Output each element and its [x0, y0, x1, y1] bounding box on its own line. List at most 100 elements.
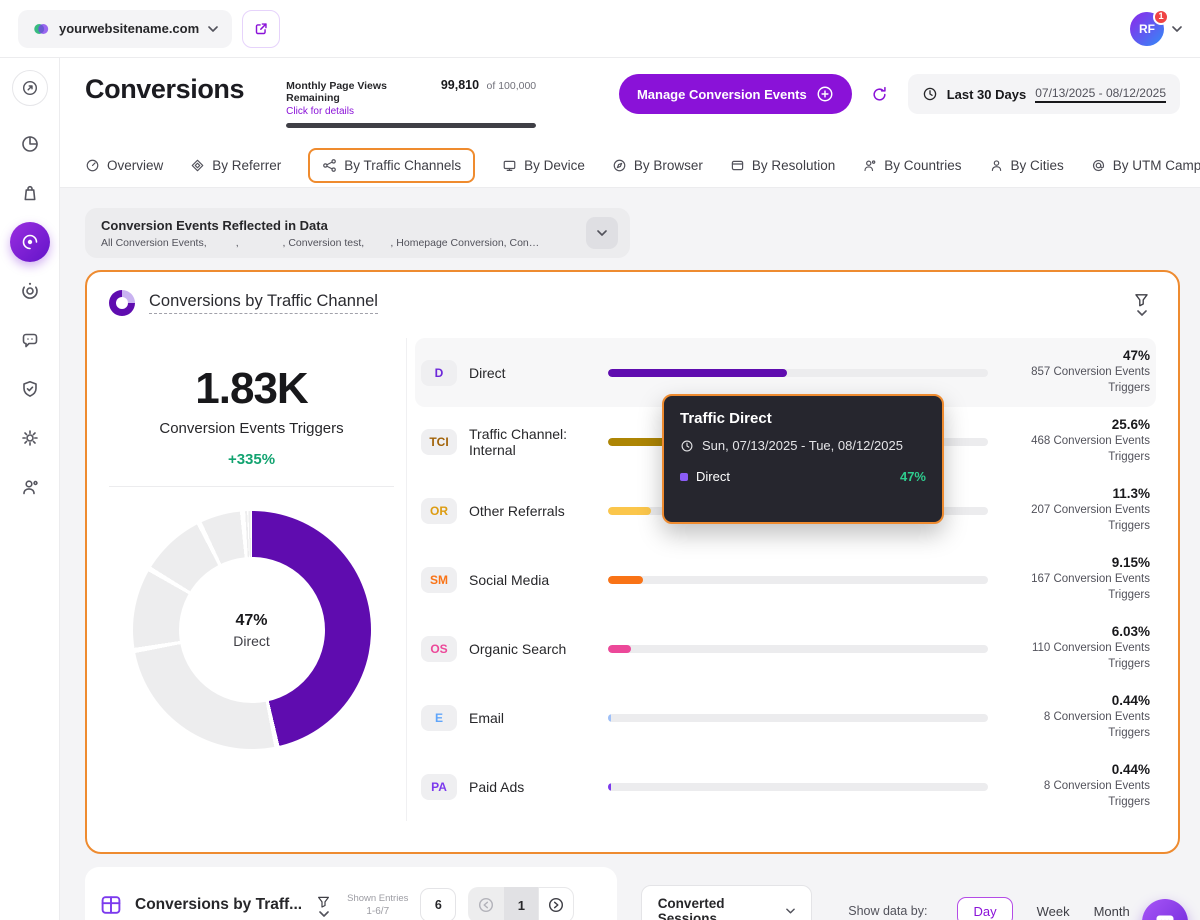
table-card-title: Conversions by Traff... — [135, 896, 302, 914]
channel-badge: E — [421, 705, 457, 731]
sidebar-item-remarketing[interactable] — [10, 271, 50, 311]
channel-bar-fill — [608, 507, 651, 515]
channel-bar-track — [608, 783, 988, 791]
website-selector[interactable]: yourwebsitename.com — [18, 10, 232, 48]
channel-label: Traffic Channel: Internal — [469, 426, 608, 458]
gear-icon — [20, 428, 40, 448]
gauge-icon — [85, 158, 100, 173]
channel-label: Paid Ads — [469, 779, 608, 795]
channel-row[interactable]: PA Paid Ads 0.44% 8 Conversion Events Tr… — [415, 752, 1156, 821]
tab-by-traffic-channels[interactable]: By Traffic Channels — [308, 148, 475, 183]
avatar: RF 1 — [1130, 12, 1164, 46]
arrow-right-circle-icon — [547, 896, 565, 914]
diamond-icon — [190, 158, 205, 173]
conversions-by-traffic-channel-card: Conversions by Traffic Channel 1.83K Con… — [85, 270, 1180, 854]
channel-percent: 6.03% — [1000, 624, 1150, 639]
tab-by-countries[interactable]: By Countries — [862, 158, 961, 173]
channel-row[interactable]: OS Organic Search 6.03% 110 Conversion E… — [415, 614, 1156, 683]
views-total: of 100,000 — [487, 80, 537, 92]
tab-by-utm-campaign[interactable]: By UTM Campaign — [1091, 158, 1200, 173]
tab-by-device[interactable]: By Device — [502, 158, 585, 173]
channel-percent: 47% — [1000, 348, 1150, 363]
channel-count: 207 Conversion Events Triggers — [1000, 503, 1150, 534]
channel-count: 8 Conversion Events Triggers — [1000, 710, 1150, 741]
metric-select[interactable]: Converted Sessions — [641, 885, 813, 920]
external-link-icon — [252, 20, 270, 38]
tab-label: By Browser — [634, 158, 703, 173]
site-logo-icon — [32, 20, 50, 38]
channel-badge: TCI — [421, 429, 457, 455]
frame-icon — [730, 158, 745, 173]
sidebar-item-privacy[interactable] — [10, 369, 50, 409]
views-details-link[interactable]: Click for details — [286, 106, 536, 117]
tab-label: Overview — [107, 158, 163, 173]
rows-per-page-select[interactable]: 6 — [420, 888, 456, 920]
summary-stats: 1.83K Conversion Events Triggers +335% 4… — [109, 338, 394, 821]
sidebar-item-ecommerce[interactable] — [10, 173, 50, 213]
conversion-events-bar: Conversion Events Reflected in Data All … — [85, 208, 630, 258]
channel-row[interactable]: E Email 0.44% 8 Conversion Events Trigge… — [415, 683, 1156, 752]
dashboard-icon — [21, 79, 39, 97]
sidebar-item-communication[interactable] — [10, 320, 50, 360]
next-page-button[interactable] — [538, 887, 574, 920]
views-used: 99,810 — [441, 78, 479, 92]
sidebar-item-analytics[interactable] — [10, 124, 50, 164]
tab-by-cities[interactable]: By Cities — [989, 158, 1064, 173]
account-menu[interactable]: RF 1 — [1130, 12, 1182, 46]
tab-label: By Cities — [1011, 158, 1064, 173]
channel-bar-track — [608, 576, 988, 584]
donut-center: 47% Direct — [179, 557, 325, 703]
tooltip-series-value: 47% — [900, 469, 926, 484]
tab-overview[interactable]: Overview — [85, 158, 163, 173]
sidebar-item-account[interactable] — [10, 467, 50, 507]
channel-count: 110 Conversion Events Triggers — [1000, 641, 1150, 672]
chevron-down-icon — [208, 26, 218, 32]
views-progress-fill — [286, 123, 536, 128]
chart-filter-button[interactable] — [1133, 291, 1156, 316]
channel-row[interactable]: SM Social Media 9.15% 167 Conversion Eve… — [415, 545, 1156, 614]
events-bar-expand-button[interactable] — [586, 217, 618, 249]
divider — [109, 486, 394, 487]
shopping-bag-icon — [20, 183, 40, 203]
tab-label: By Countries — [884, 158, 961, 173]
chevron-down-icon — [597, 230, 607, 236]
orbit-icon — [20, 281, 40, 301]
period-day[interactable]: Day — [957, 897, 1012, 920]
filter-funnel-icon — [316, 894, 331, 909]
tab-by-resolution[interactable]: By Resolution — [730, 158, 835, 173]
period-week[interactable]: Week — [1037, 904, 1070, 919]
channel-percent: 0.44% — [1000, 693, 1150, 708]
channel-percent: 9.15% — [1000, 555, 1150, 570]
device-icon — [502, 158, 517, 173]
clock-icon — [680, 439, 694, 453]
tab-by-browser[interactable]: By Browser — [612, 158, 703, 173]
channel-count: 8 Conversion Events Triggers — [1000, 779, 1150, 810]
chevron-down-icon — [319, 911, 329, 917]
period-month[interactable]: Month — [1094, 904, 1130, 919]
channel-bar-track — [608, 645, 988, 653]
sidebar-item-conversions[interactable] — [10, 222, 50, 262]
channel-label: Other Referrals — [469, 503, 608, 519]
open-website-button[interactable] — [242, 10, 280, 48]
manage-conversion-events-button[interactable]: Manage Conversion Events — [619, 74, 852, 114]
donut-card-icon — [109, 290, 135, 316]
sidebar-item-dashboard[interactable] — [12, 70, 48, 106]
table-filter-button[interactable] — [316, 894, 331, 917]
date-range-picker[interactable]: Last 30 Days 07/13/2025 - 08/12/2025 — [908, 74, 1180, 114]
donut-chart-wrap: 47% Direct — [133, 511, 371, 749]
chat-bubble-icon — [20, 330, 40, 350]
plus-circle-icon — [816, 85, 834, 103]
current-page[interactable]: 1 — [504, 887, 538, 920]
channel-percent: 11.3% — [1000, 486, 1150, 501]
sidebar-item-settings[interactable] — [10, 418, 50, 458]
tab-label: By Resolution — [752, 158, 835, 173]
donut-center-label: Direct — [233, 633, 270, 649]
tabs-row: Overview By Referrer By Traffic Channels… — [85, 143, 1180, 187]
tab-by-referrer[interactable]: By Referrer — [190, 158, 281, 173]
refresh-button[interactable] — [861, 75, 899, 113]
at-icon — [1091, 158, 1106, 173]
views-label: Monthly Page Views Remaining — [286, 80, 433, 104]
channel-badge: D — [421, 360, 457, 386]
prev-page-button[interactable] — [468, 887, 504, 920]
app-window: yourwebsitename.com RF 1 — [0, 0, 1200, 920]
